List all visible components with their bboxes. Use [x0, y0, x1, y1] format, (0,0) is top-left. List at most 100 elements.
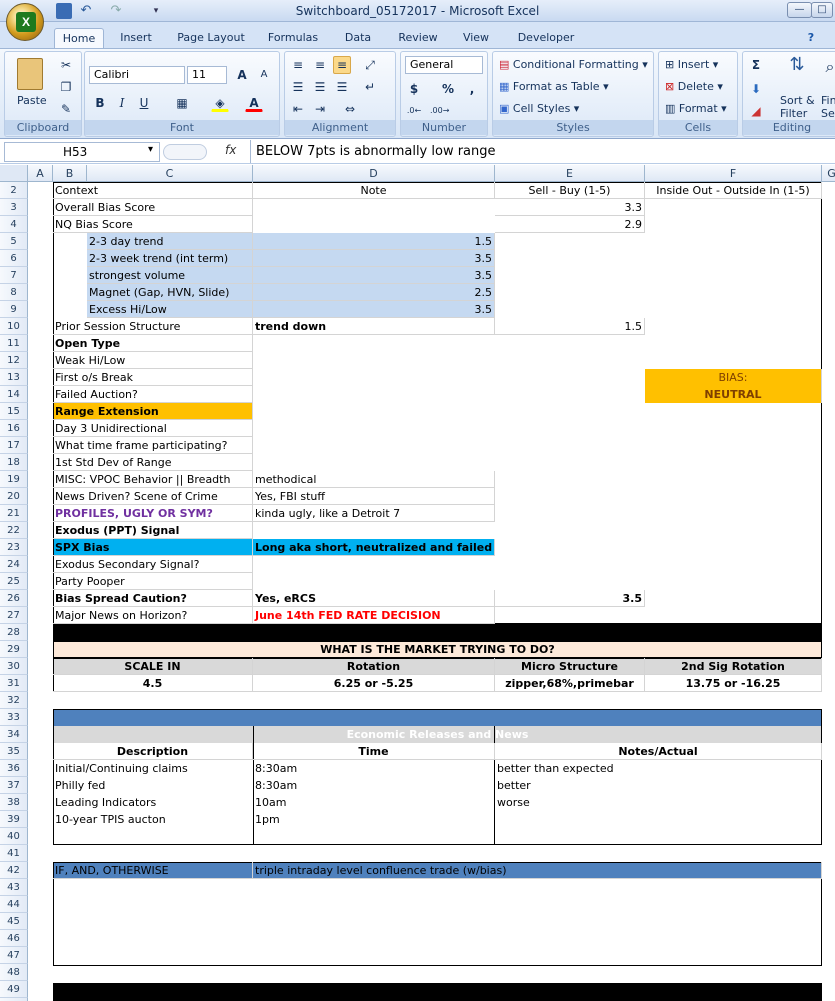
- autosum-icon[interactable]: Σ: [747, 56, 765, 74]
- italic-icon[interactable]: I: [113, 94, 131, 112]
- micro-structure-value[interactable]: zipper,68%,primebar: [495, 675, 645, 692]
- shrink-font-icon[interactable]: A: [255, 66, 273, 84]
- percent-icon[interactable]: %: [439, 80, 457, 98]
- note-row-20[interactable]: Yes, FBI stuff: [253, 488, 495, 505]
- row-header-30[interactable]: 30: [0, 658, 28, 675]
- bold-icon[interactable]: B: [91, 94, 109, 112]
- note-row-27[interactable]: June 14th FED RATE DECISION: [253, 607, 495, 624]
- row-header-43[interactable]: 43: [0, 879, 28, 896]
- wrap-text-icon[interactable]: ↵: [361, 78, 379, 96]
- inside-out-header[interactable]: Inside Out - Outside In (1-5): [645, 182, 822, 199]
- row-header-14[interactable]: 14: [0, 386, 28, 403]
- insert-function-icon[interactable]: fx: [225, 143, 236, 157]
- row-header-7[interactable]: 7: [0, 267, 28, 284]
- tab-developer[interactable]: Developer: [510, 28, 582, 48]
- label-row-26[interactable]: Bias Spread Caution?: [53, 590, 253, 607]
- grow-font-icon[interactable]: A: [233, 66, 251, 84]
- paste-button[interactable]: Paste: [17, 94, 47, 107]
- column-header-b[interactable]: B: [53, 165, 87, 182]
- row-header-26[interactable]: 26: [0, 590, 28, 607]
- micro-structure-header[interactable]: Micro Structure: [495, 658, 645, 675]
- label-row-19[interactable]: MISC: VPOC Behavior || Breadth: [53, 471, 253, 488]
- copy-icon[interactable]: ❐: [57, 78, 75, 96]
- row-header-29[interactable]: 29: [0, 641, 28, 658]
- note-row-19[interactable]: methodical: [253, 471, 495, 488]
- formula-input[interactable]: BELOW 7pts is abnormally low range: [250, 140, 835, 163]
- label-row-22[interactable]: Exodus (PPT) Signal: [53, 522, 253, 539]
- find-select-icon[interactable]: ⌕: [821, 58, 835, 76]
- row-header-47[interactable]: 47: [0, 947, 28, 964]
- align-top-icon[interactable]: ≡: [289, 56, 307, 74]
- second-sig-rotation-value[interactable]: 13.75 or -16.25: [645, 675, 822, 692]
- news-description-2[interactable]: Leading Indicators: [53, 794, 253, 811]
- office-button[interactable]: X: [6, 3, 44, 41]
- decrease-decimal-icon[interactable]: .00→: [429, 102, 449, 120]
- minimize-icon[interactable]: —: [787, 2, 812, 18]
- name-box-dropdown-icon[interactable]: ▾: [148, 144, 153, 155]
- news-time-3[interactable]: 1pm: [253, 811, 495, 828]
- label-row-11[interactable]: Open Type: [53, 335, 253, 352]
- row-header-4[interactable]: 4: [0, 216, 28, 233]
- row-header-8[interactable]: 8: [0, 284, 28, 301]
- column-header-c[interactable]: C: [87, 165, 253, 182]
- row-header-45[interactable]: 45: [0, 913, 28, 930]
- label-row-13[interactable]: First o/s Break: [53, 369, 253, 386]
- note-row-8[interactable]: 2.5: [253, 284, 495, 301]
- merge-center-icon[interactable]: ⇔: [341, 100, 359, 118]
- row-header-15[interactable]: 15: [0, 403, 28, 420]
- tab-review[interactable]: Review: [392, 28, 444, 48]
- note-header[interactable]: Note: [253, 182, 495, 199]
- paste-icon[interactable]: [17, 58, 43, 90]
- row-header-19[interactable]: 19: [0, 471, 28, 488]
- row-header-9[interactable]: 9: [0, 301, 28, 318]
- label-row-8[interactable]: Magnet (Gap, HVN, Slide): [87, 284, 253, 301]
- news-notes-1[interactable]: better: [495, 777, 822, 794]
- orientation-icon[interactable]: ⤢: [361, 56, 379, 74]
- cut-icon[interactable]: ✂: [57, 56, 75, 74]
- label-row-18[interactable]: 1st Std Dev of Range: [53, 454, 253, 471]
- news-time-0[interactable]: 8:30am: [253, 760, 495, 777]
- fill-icon[interactable]: ⬇: [747, 80, 765, 98]
- label-row-24[interactable]: Exodus Secondary Signal?: [53, 556, 253, 573]
- note-row-6[interactable]: 3.5: [253, 250, 495, 267]
- row-header-49[interactable]: 49: [0, 981, 28, 998]
- rotation-header[interactable]: Rotation: [253, 658, 495, 675]
- name-box[interactable]: H53: [4, 142, 160, 162]
- row-header-16[interactable]: 16: [0, 420, 28, 437]
- label-row-14[interactable]: Failed Auction?: [53, 386, 253, 403]
- news-notes-0[interactable]: better than expected: [495, 760, 822, 777]
- label-row-7[interactable]: strongest volume: [87, 267, 253, 284]
- label-row-21[interactable]: PROFILES, UGLY OR SYM?: [53, 505, 253, 522]
- fill-color-icon[interactable]: ◈: [211, 94, 229, 112]
- help-icon[interactable]: ?: [802, 28, 820, 48]
- note-row-7[interactable]: 3.5: [253, 267, 495, 284]
- conditional-formatting-button[interactable]: ▤ Conditional Formatting ▾: [499, 58, 648, 71]
- news-description-3[interactable]: 10-year TPIS aucton: [53, 811, 253, 828]
- borders-icon[interactable]: ▦: [173, 94, 191, 112]
- news-description-0[interactable]: Initial/Continuing claims: [53, 760, 253, 777]
- font-size-combo[interactable]: 11: [187, 66, 227, 84]
- row-header-40[interactable]: 40: [0, 828, 28, 845]
- label-row-16[interactable]: Day 3 Unidirectional: [53, 420, 253, 437]
- score-row-4[interactable]: 2.9: [495, 216, 645, 233]
- tab-home[interactable]: Home: [54, 28, 104, 48]
- format-as-table-button[interactable]: ▦ Format as Table ▾: [499, 80, 609, 93]
- row-header-27[interactable]: 27: [0, 607, 28, 624]
- label-row-20[interactable]: News Driven? Scene of Crime: [53, 488, 253, 505]
- sort-filter-button[interactable]: Sort &: [780, 94, 815, 107]
- format-painter-icon[interactable]: ✎: [57, 100, 75, 118]
- formula-bar-resize-handle[interactable]: [163, 144, 207, 160]
- row-header-28[interactable]: 28: [0, 624, 28, 641]
- tab-view[interactable]: View: [456, 28, 496, 48]
- score-row-26[interactable]: 3.5: [495, 590, 645, 607]
- column-header-f[interactable]: F: [645, 165, 822, 182]
- row-header-21[interactable]: 21: [0, 505, 28, 522]
- row-header-35[interactable]: 35: [0, 743, 28, 760]
- worksheet-grid[interactable]: A B C D E F G 2 3 4 5 6 7 8 9 10 11 12 13 14 15 16 17 18…: [0, 165, 835, 1001]
- align-right-icon[interactable]: ☰: [333, 78, 351, 96]
- note-row-9[interactable]: 3.5: [253, 301, 495, 318]
- row-header-39[interactable]: 39: [0, 811, 28, 828]
- sell-buy-header[interactable]: Sell - Buy (1-5): [495, 182, 645, 199]
- tab-formulas[interactable]: Formulas: [262, 28, 324, 48]
- number-format-combo[interactable]: General: [405, 56, 483, 74]
